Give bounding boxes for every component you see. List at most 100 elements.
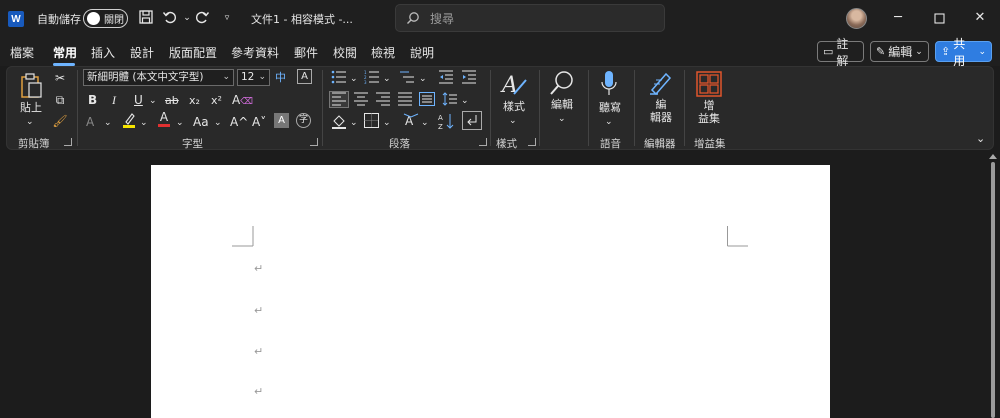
bold-button[interactable]: B [88, 92, 97, 108]
scroll-thumb[interactable] [991, 162, 995, 418]
copy-icon[interactable]: ⧉ [52, 92, 68, 108]
highlight-icon[interactable] [122, 112, 136, 132]
italic-button[interactable]: I [112, 92, 116, 108]
dictate-label[interactable]: 聽寫 [596, 101, 624, 115]
asian-layout-dropdown-icon[interactable]: ⌄ [421, 115, 429, 131]
editing-group-label[interactable]: 編輯 [548, 98, 576, 112]
align-center-icon[interactable] [353, 92, 369, 110]
decrease-indent-icon[interactable] [438, 70, 454, 88]
subscript-button[interactable]: x₂ [189, 93, 200, 109]
increase-indent-icon[interactable] [461, 70, 477, 88]
bullets-icon[interactable] [331, 70, 347, 88]
comments-label: 註解 [836, 36, 849, 68]
borders-icon[interactable] [364, 113, 379, 132]
underline-button[interactable]: U [134, 92, 143, 108]
styles-label[interactable]: 樣式 [500, 100, 528, 114]
tab-insert[interactable]: 插入 [91, 44, 115, 61]
phonetic-guide-icon[interactable]: 中 [275, 70, 286, 86]
distributed-icon[interactable] [419, 92, 435, 110]
styles-launcher-icon[interactable] [528, 138, 536, 146]
show-marks-icon[interactable] [462, 111, 482, 130]
undo-icon[interactable] [161, 9, 179, 27]
tab-design[interactable]: 設計 [130, 44, 154, 61]
multilevel-dropdown-icon[interactable]: ⌄ [419, 71, 427, 87]
enclose-character-icon[interactable]: A [297, 69, 312, 84]
minimize-icon[interactable]: ─ [888, 8, 908, 28]
redo-icon[interactable] [193, 9, 211, 27]
close-icon[interactable]: ✕ [970, 8, 990, 28]
paste-dropdown-icon[interactable]: ⌄ [26, 114, 34, 130]
text-effects-icon[interactable]: A [86, 114, 94, 130]
bullets-dropdown-icon[interactable]: ⌄ [350, 71, 358, 87]
collapse-ribbon-icon[interactable]: ⌄ [976, 131, 985, 147]
sort-icon[interactable]: AZ [438, 112, 456, 134]
tab-mailings[interactable]: 郵件 [294, 44, 318, 61]
cut-icon[interactable]: ✂ [52, 70, 68, 86]
editor-icon[interactable] [648, 70, 674, 100]
asian-layout-icon[interactable]: A [403, 112, 419, 132]
highlight-dropdown-icon[interactable]: ⌄ [140, 115, 148, 131]
clipboard-launcher-icon[interactable] [64, 138, 72, 146]
scroll-up-icon[interactable] [989, 154, 997, 159]
share-button[interactable]: ⇪ 共用 ⌄ [935, 37, 992, 68]
font-color-dropdown-icon[interactable]: ⌄ [176, 115, 184, 131]
clear-formatting-icon[interactable]: A⌫ [232, 92, 253, 110]
addins-icon[interactable] [696, 71, 722, 101]
character-shading-icon[interactable]: A [274, 113, 289, 128]
editing-dropdown-icon[interactable]: ⌄ [558, 111, 566, 127]
multilevel-list-icon[interactable] [399, 70, 415, 88]
customize-icon[interactable]: ▿ [218, 9, 236, 27]
numbering-dropdown-icon[interactable]: ⌄ [383, 71, 391, 87]
paragraph-launcher-icon[interactable] [479, 138, 487, 146]
microphone-icon[interactable] [600, 70, 618, 104]
tab-home[interactable]: 常用 [53, 44, 77, 61]
justify-icon[interactable] [397, 92, 413, 110]
borders-dropdown-icon[interactable]: ⌄ [383, 115, 391, 131]
tab-file[interactable]: 檔案 [10, 44, 34, 61]
numbering-icon[interactable]: 123 [364, 70, 380, 88]
font-color-icon[interactable]: A [158, 110, 170, 127]
search-box[interactable]: 搜尋 [395, 4, 665, 32]
align-left-icon[interactable] [331, 92, 347, 110]
enclosed-char-icon[interactable]: 字 [296, 113, 311, 128]
maximize-icon[interactable] [929, 8, 949, 28]
line-spacing-icon[interactable] [442, 92, 458, 110]
comments-button[interactable]: ▭ 註解 [817, 37, 864, 68]
styles-icon[interactable]: A [500, 70, 528, 102]
shading-icon[interactable] [331, 113, 347, 133]
tab-layout[interactable]: 版面配置 [169, 44, 217, 61]
save-icon[interactable] [137, 9, 155, 27]
strikethrough-button[interactable]: ab [165, 93, 179, 109]
tab-help[interactable]: 說明 [410, 44, 434, 61]
line-spacing-dropdown-icon[interactable]: ⌄ [461, 93, 469, 109]
editor-label-2[interactable]: 輯器 [646, 111, 676, 125]
grow-font-button[interactable]: A^ [230, 114, 248, 130]
autosave-toggle[interactable]: 關閉 [83, 9, 128, 28]
editing-mode-button[interactable]: ✎ 編輯 ⌄ [870, 41, 929, 62]
font-size-select[interactable]: 12 ⌄ [237, 69, 270, 86]
avatar[interactable] [846, 8, 867, 29]
change-case-button[interactable]: Aa [193, 114, 209, 130]
change-case-dropdown-icon[interactable]: ⌄ [214, 115, 222, 131]
document-page[interactable] [151, 165, 830, 418]
editor-label-1[interactable]: 編 [646, 98, 676, 112]
paste-icon[interactable] [18, 72, 44, 100]
underline-dropdown-icon[interactable]: ⌄ [149, 93, 157, 109]
font-launcher-icon[interactable] [310, 138, 318, 146]
superscript-button[interactable]: x² [211, 93, 222, 109]
text-effects-dropdown-icon[interactable]: ⌄ [104, 115, 112, 131]
tab-references[interactable]: 參考資料 [231, 44, 279, 61]
font-name-select[interactable]: 新細明體 (本文中文字型) ⌄ [83, 69, 234, 86]
styles-dropdown-icon[interactable]: ⌄ [509, 113, 517, 129]
addins-label-2[interactable]: 益集 [694, 112, 724, 126]
tab-review[interactable]: 校閱 [333, 44, 357, 61]
shrink-font-button[interactable]: A˅ [252, 114, 266, 130]
dictate-dropdown-icon[interactable]: ⌄ [605, 114, 613, 130]
tab-view[interactable]: 檢視 [371, 44, 395, 61]
addins-label-1[interactable]: 增 [694, 99, 724, 113]
align-right-icon[interactable] [375, 92, 391, 110]
document-title[interactable]: 文件1 - 相容模式 -... [251, 11, 353, 27]
paste-label[interactable]: 貼上 [18, 101, 44, 115]
shading-dropdown-icon[interactable]: ⌄ [350, 115, 358, 131]
format-painter-icon[interactable]: 🖌 [52, 113, 68, 129]
